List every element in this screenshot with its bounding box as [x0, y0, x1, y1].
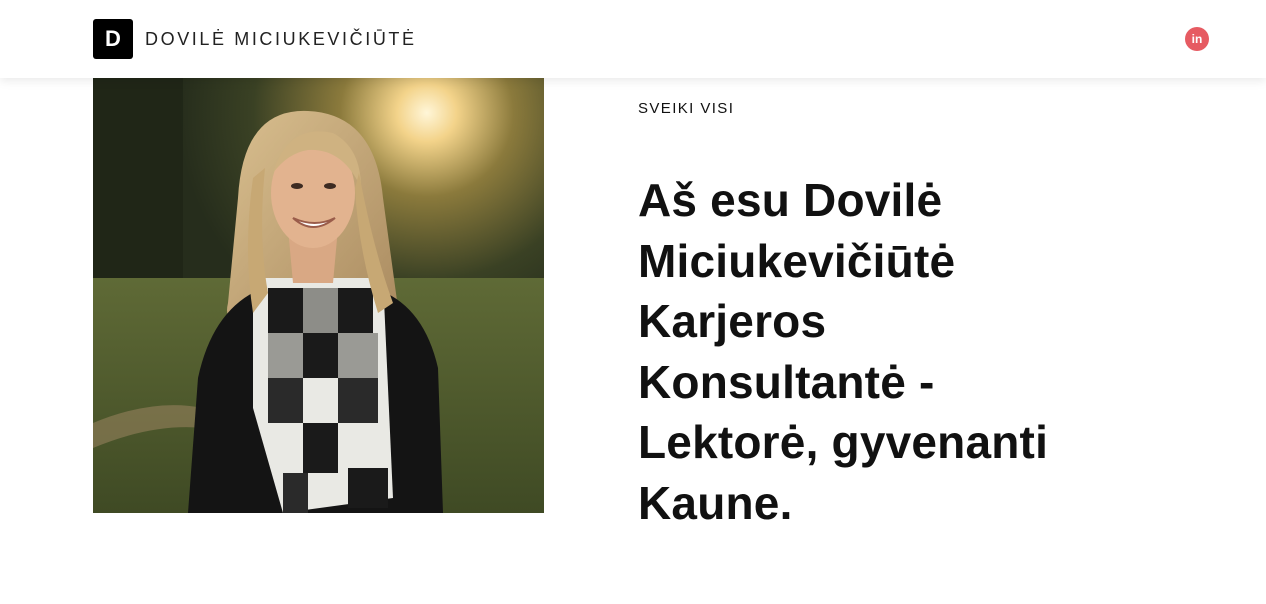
headline-line: Kaune.	[638, 476, 793, 529]
logo-mark: D	[93, 19, 133, 59]
headline-line: Miciukevičiūtė	[638, 234, 956, 287]
site-name: DOVILĖ MICIUKEVIČIŪTĖ	[145, 28, 417, 49]
headline-line: Lektorė, gyvenanti	[638, 416, 1049, 468]
headline-line: Aš esu Dovilė	[638, 174, 943, 226]
hero-eyebrow: SVEIKI VISI	[638, 100, 735, 117]
headline-line: Karjeros	[638, 295, 827, 347]
site-header: D DOVILĖ MICIUKEVIČIŪTĖ in	[0, 0, 1266, 78]
linkedin-icon-label: in	[1191, 32, 1203, 46]
cut-off-red-text	[638, 592, 1018, 604]
hero-headline: Aš esu Dovilė Miciukevičiūtė Karjeros Ko…	[638, 170, 1098, 533]
logo-link[interactable]: D DOVILĖ MICIUKEVIČIŪTĖ	[93, 19, 417, 59]
profile-photo	[93, 78, 544, 513]
linkedin-icon[interactable]: in	[1185, 27, 1209, 51]
headline-line: Konsultantė -	[638, 355, 935, 408]
portrait-image	[93, 78, 544, 513]
